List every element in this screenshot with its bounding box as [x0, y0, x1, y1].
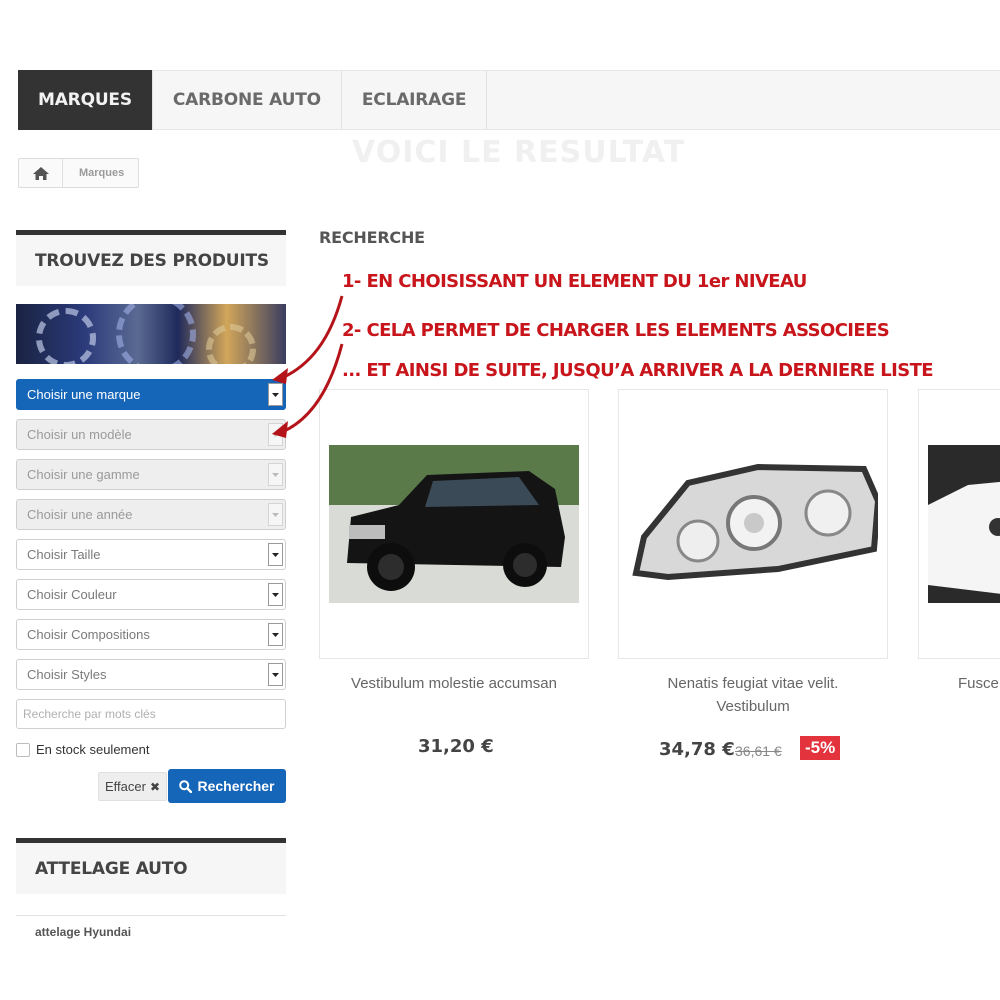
breadcrumb: Marques [18, 158, 140, 188]
search-button[interactable]: Rechercher [168, 769, 286, 803]
select-taille[interactable]: Choisir Taille [16, 539, 286, 570]
product-name[interactable]: Fusce [958, 672, 1000, 695]
product-image-suv [329, 445, 579, 603]
attelage-title: ATTELAGE AUTO [16, 838, 286, 894]
select-compositions[interactable]: Choisir Compositions [16, 619, 286, 650]
select-annee[interactable]: Choisir une année [16, 499, 286, 530]
product-card[interactable] [319, 389, 589, 659]
finder-title: TROUVEZ DES PRODUITS [16, 230, 286, 286]
select-taille-label: Choisir Taille [27, 547, 101, 562]
select-couleur-label: Choisir Couleur [27, 587, 117, 602]
chevron-down-icon [268, 543, 283, 566]
clear-button[interactable]: Effacer ✖ [98, 772, 168, 801]
select-marque[interactable]: Choisir une marque [16, 379, 286, 410]
product-image-headlight [632, 463, 878, 581]
select-modele-label: Choisir un modèle [27, 427, 132, 442]
chevron-down-icon [268, 663, 283, 686]
discount-badge: -5% [800, 736, 841, 760]
select-couleur[interactable]: Choisir Couleur [16, 579, 286, 610]
chevron-down-icon [268, 623, 283, 646]
search-icon [179, 779, 193, 793]
tab-eclairage[interactable]: ECLAIRAGE [342, 71, 488, 129]
home-icon[interactable] [19, 159, 63, 187]
annotation-step-1: 1- EN CHOISISSANT UN ELEMENT DU 1er NIVE… [342, 271, 807, 292]
in-stock-label: En stock seulement [36, 742, 150, 757]
product-image-car [928, 445, 1000, 603]
tab-marques[interactable]: MARQUES [18, 70, 153, 130]
in-stock-checkbox[interactable]: En stock seulement [16, 742, 149, 757]
chevron-down-icon [268, 583, 283, 606]
annotation-step-2: 2- CELA PERMET DE CHARGER LES ELEMENTS A… [342, 320, 890, 341]
select-modele[interactable]: Choisir un modèle [16, 419, 286, 450]
chevron-down-icon [268, 383, 283, 406]
product-card[interactable] [618, 389, 888, 659]
product-price: 31,20 € [418, 736, 494, 757]
select-compositions-label: Choisir Compositions [27, 627, 150, 642]
search-button-label: Rechercher [197, 778, 275, 794]
product-old-price: 36,61 € [735, 743, 782, 759]
annotation-step-3: ... ET AINSI DE SUITE, JUSQU’A ARRIVER A… [342, 360, 934, 381]
select-annee-label: Choisir une année [27, 507, 133, 522]
ghost-result-title: VOICI LE RESULTAT [352, 135, 686, 170]
keyword-search-input[interactable] [16, 699, 286, 729]
page-title: RECHERCHE [319, 228, 425, 247]
product-name-line-1: Nenatis feugiat vitae velit. [667, 675, 839, 692]
chevron-down-icon [268, 423, 283, 446]
close-icon: ✖ [149, 779, 161, 794]
checkbox-box[interactable] [16, 742, 30, 757]
product-price: 34,78 € [659, 739, 735, 760]
select-styles-label: Choisir Styles [27, 667, 107, 682]
attelage-link[interactable]: attelage Hyundai [16, 915, 286, 939]
select-gamme-label: Choisir une gamme [27, 467, 140, 482]
product-name-line-2: Vestibulum [716, 698, 790, 715]
product-card[interactable] [918, 389, 1000, 659]
clear-button-label: Effacer [105, 779, 146, 794]
chevron-down-icon [268, 463, 283, 486]
product-name[interactable]: Nenatis feugiat vitae velit. Vestibulum [618, 672, 888, 718]
product-name[interactable]: Vestibulum molestie accumsan [319, 672, 589, 695]
finder-banner-image [16, 304, 286, 364]
select-gamme[interactable]: Choisir une gamme [16, 459, 286, 490]
select-styles[interactable]: Choisir Styles [16, 659, 286, 690]
select-marque-label: Choisir une marque [27, 387, 141, 402]
chevron-down-icon [268, 503, 283, 526]
top-nav: MARQUES CARBONE AUTO ECLAIRAGE [18, 70, 1000, 130]
breadcrumb-current: Marques [79, 167, 125, 179]
tab-carbone-auto[interactable]: CARBONE AUTO [153, 71, 342, 129]
